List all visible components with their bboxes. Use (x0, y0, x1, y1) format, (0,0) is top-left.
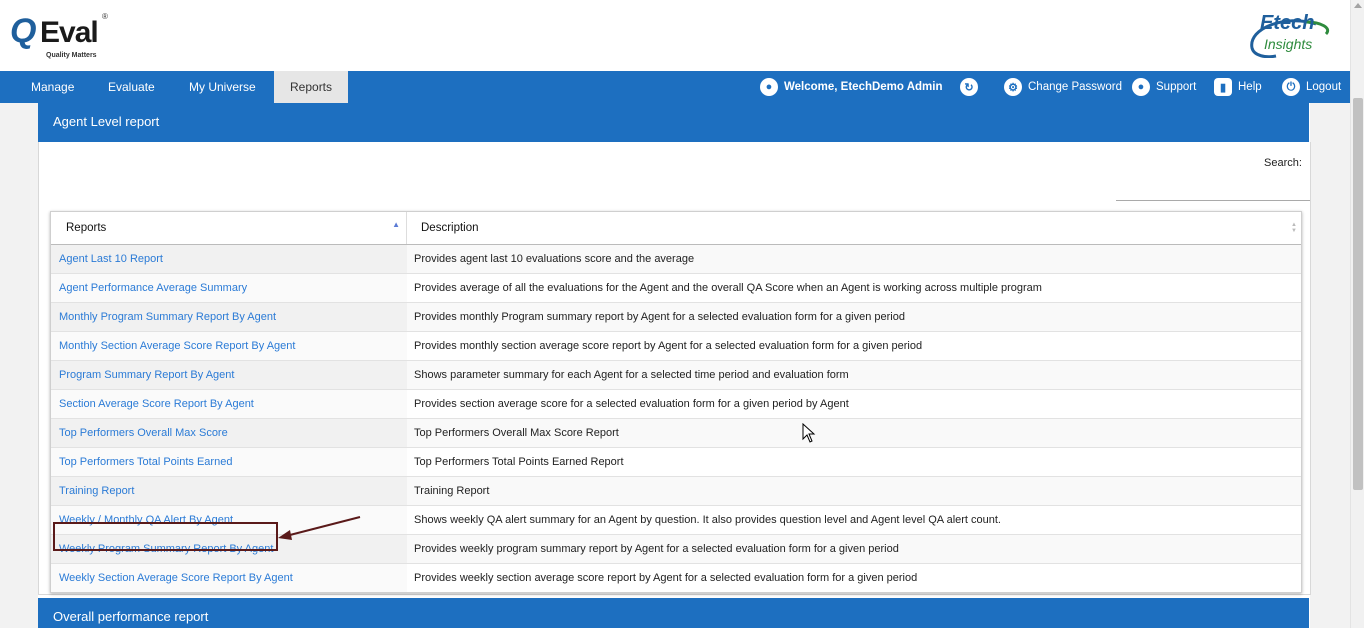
report-link[interactable]: Section Average Score Report By Agent (51, 390, 407, 418)
nav-my-universe[interactable]: My Universe (173, 71, 272, 103)
welcome-text: Welcome, EtechDemo Admin (784, 81, 943, 93)
table-row: Training Report Training Report (51, 477, 1301, 506)
top-navbar: Manage Evaluate My Universe Reports ● We… (0, 71, 1350, 103)
search-label: Search: (1264, 157, 1302, 169)
table-row: Weekly / Monthly QA Alert By Agent Shows… (51, 506, 1301, 535)
table-row: Agent Performance Average Summary Provid… (51, 274, 1301, 303)
logout-label: Logout (1306, 81, 1342, 93)
page-gutter-right (1310, 103, 1350, 628)
table-row: Agent Last 10 Report Provides agent last… (51, 245, 1301, 274)
report-link-highlighted[interactable]: Weekly Program Summary Report By Agent (51, 535, 407, 563)
column-header-reports-label: Reports (66, 222, 107, 234)
power-icon: ⏻ (1282, 78, 1300, 96)
column-header-description-label: Description (421, 222, 479, 234)
column-header-description[interactable]: Description ▲ ▼ (407, 212, 1301, 244)
gear-icon: ⚙ (1004, 78, 1022, 96)
page-gutter-left (0, 103, 38, 628)
report-description: Training Report (414, 485, 490, 497)
table-row: Weekly Program Summary Report By Agent P… (51, 535, 1301, 564)
panel2-title: Overall performance report (53, 609, 209, 624)
table-row: Weekly Section Average Score Report By A… (51, 564, 1301, 592)
agent-level-report-header: Agent Level report (38, 103, 1309, 142)
sort-both-icon: ▲ ▼ (1291, 222, 1297, 234)
report-description: Top Performers Overall Max Score Report (414, 427, 619, 439)
support-user-icon: ● (1132, 78, 1150, 96)
report-link[interactable]: Monthly Section Average Score Report By … (51, 332, 407, 360)
report-description: Provides agent last 10 evaluations score… (414, 253, 695, 265)
vertical-scrollbar[interactable] (1350, 0, 1364, 628)
report-link[interactable]: Top Performers Total Points Earned (51, 448, 407, 476)
help-label: Help (1238, 81, 1262, 93)
nav-reports[interactable]: Reports (274, 71, 348, 103)
nav-evaluate[interactable]: Evaluate (92, 71, 171, 103)
refresh-button[interactable]: ↻ (960, 71, 984, 103)
table-row: Monthly Section Average Score Report By … (51, 332, 1301, 361)
help-link[interactable]: ▮ Help (1214, 71, 1262, 103)
report-description: Provides average of all the evaluations … (414, 282, 1042, 294)
report-description: Provides monthly Program summary report … (414, 311, 905, 323)
welcome-user[interactable]: ● Welcome, EtechDemo Admin (760, 71, 942, 103)
help-icon: ▮ (1214, 78, 1232, 96)
table-row: Section Average Score Report By Agent Pr… (51, 390, 1301, 419)
report-link[interactable]: Agent Performance Average Summary (51, 274, 407, 302)
header: Q Eval ® Quality Matters Etech Insights (0, 0, 1350, 71)
report-description: Provides weekly section average score re… (414, 572, 918, 584)
search-input[interactable] (1116, 182, 1310, 201)
logout-link[interactable]: ⏻ Logout (1282, 71, 1341, 103)
refresh-icon: ↻ (960, 78, 978, 96)
column-header-reports[interactable]: Reports ▲ (51, 212, 407, 244)
report-description: Shows parameter summary for each Agent f… (414, 369, 849, 381)
report-link[interactable]: Monthly Program Summary Report By Agent (51, 303, 407, 331)
nav-manage[interactable]: Manage (15, 71, 90, 103)
table-row: Top Performers Overall Max Score Top Per… (51, 419, 1301, 448)
qeval-logo[interactable]: Q Eval ® Quality Matters (10, 10, 120, 64)
logo-reg: ® (102, 12, 108, 21)
logo-brand: Eval (40, 16, 99, 49)
logo-tagline: Quality Matters (46, 52, 97, 59)
table-header: Reports ▲ Description ▲ ▼ (51, 212, 1301, 245)
report-description: Provides weekly program summary report b… (414, 543, 899, 555)
sort-asc-icon: ▲ (392, 220, 400, 229)
report-link[interactable]: Weekly Section Average Score Report By A… (51, 564, 407, 592)
table-row: Monthly Program Summary Report By Agent … (51, 303, 1301, 332)
reports-table: Reports ▲ Description ▲ ▼ Agent Last 10 R… (50, 211, 1302, 593)
logo-etech: Etech (1260, 12, 1315, 34)
report-link[interactable]: Top Performers Overall Max Score (51, 419, 407, 447)
report-description: Top Performers Total Points Earned Repor… (414, 456, 624, 468)
report-link[interactable]: Agent Last 10 Report (51, 245, 407, 273)
logo-insights: Insights (1264, 36, 1313, 52)
support-label: Support (1156, 81, 1197, 93)
scrollbar-thumb[interactable] (1353, 98, 1363, 490)
report-description: Provides section average score for a sel… (414, 398, 849, 410)
overall-performance-report-header[interactable]: Overall performance report (38, 598, 1309, 628)
change-password-label: Change Password (1028, 81, 1122, 93)
report-link[interactable]: Weekly / Monthly QA Alert By Agent (51, 506, 407, 534)
report-description: Provides monthly section average score r… (414, 340, 923, 352)
table-row: Program Summary Report By Agent Shows pa… (51, 361, 1301, 390)
report-link[interactable]: Training Report (51, 477, 407, 505)
etech-insights-logo: Etech Insights (1246, 12, 1336, 62)
support-link[interactable]: ● Support (1132, 71, 1196, 103)
user-icon: ● (760, 78, 778, 96)
report-description: Shows weekly QA alert summary for an Age… (414, 514, 1001, 526)
report-link[interactable]: Program Summary Report By Agent (51, 361, 407, 389)
scroll-up-icon[interactable] (1354, 3, 1362, 8)
change-password-link[interactable]: ⚙ Change Password (1004, 71, 1122, 103)
table-row: Top Performers Total Points Earned Top P… (51, 448, 1301, 477)
panel-title: Agent Level report (53, 114, 160, 129)
logo-q: Q (10, 12, 36, 50)
